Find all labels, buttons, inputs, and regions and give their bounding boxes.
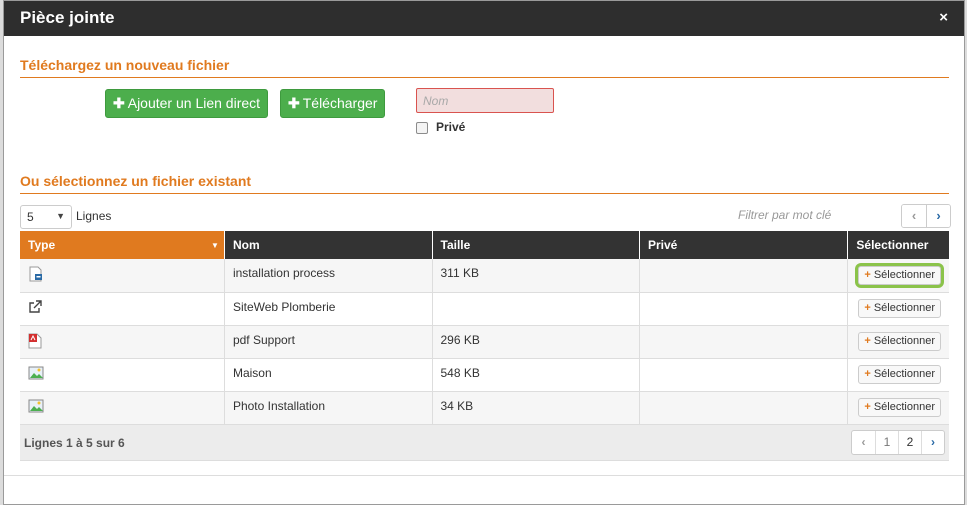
external-link-icon bbox=[28, 299, 42, 317]
select-button-label: Sélectionner bbox=[873, 335, 935, 347]
select-button-label: Sélectionner bbox=[873, 368, 935, 380]
type-cell bbox=[20, 391, 225, 425]
table-row: pdf Support 296 KB + Sélectionner bbox=[20, 325, 949, 359]
upload-section-title: Téléchargez un nouveau fichier bbox=[20, 57, 230, 73]
dialog-title: Pièce jointe bbox=[20, 8, 115, 27]
row-count-summary: Lignes 1 à 5 sur 6 bbox=[24, 436, 125, 450]
table-row: SiteWeb Plomberie + Sélectionner bbox=[20, 292, 949, 326]
size-cell bbox=[432, 292, 640, 326]
upload-label: Télécharger bbox=[302, 95, 378, 111]
name-cell: pdf Support bbox=[224, 325, 433, 359]
upload-section-divider bbox=[20, 77, 949, 78]
select-button[interactable]: + Sélectionner bbox=[858, 332, 941, 351]
plus-icon: + bbox=[864, 268, 871, 281]
select-cell: + Sélectionner bbox=[847, 358, 949, 392]
page-size-label: Lignes bbox=[76, 209, 112, 223]
select-button[interactable]: + Sélectionner bbox=[858, 265, 941, 285]
name-cell: installation process bbox=[224, 259, 433, 293]
size-cell: 34 KB bbox=[432, 391, 640, 425]
existing-section-title: Ou sélectionnez un fichier existant bbox=[20, 173, 252, 189]
existing-section-divider bbox=[20, 193, 949, 194]
page-link-1[interactable]: 1 bbox=[875, 431, 898, 454]
column-header-type[interactable]: Type ▼ bbox=[20, 231, 225, 259]
select-cell: + Sélectionner bbox=[847, 292, 949, 326]
private-checkbox[interactable] bbox=[416, 122, 428, 134]
select-cell: + Sélectionner bbox=[847, 325, 949, 359]
image-icon bbox=[28, 366, 44, 383]
select-button-label: Sélectionner bbox=[873, 401, 935, 413]
caret-down-icon: ▼ bbox=[56, 211, 65, 221]
chevron-right-icon[interactable]: › bbox=[921, 431, 944, 454]
add-direct-link-button[interactable]: ✚ Ajouter un Lien direct bbox=[105, 89, 269, 118]
dialog-footer-divider bbox=[4, 475, 964, 476]
size-cell: 548 KB bbox=[432, 358, 640, 392]
close-icon[interactable]: × bbox=[939, 9, 948, 26]
size-cell: 296 KB bbox=[432, 325, 640, 359]
private-cell bbox=[639, 292, 849, 326]
chevron-right-icon[interactable]: › bbox=[926, 205, 950, 227]
select-cell: + Sélectionner bbox=[847, 259, 949, 293]
plus-icon: + bbox=[864, 368, 871, 380]
column-header-type-label: Type bbox=[28, 238, 56, 252]
select-button[interactable]: + Sélectionner bbox=[858, 398, 941, 417]
name-cell: SiteWeb Plomberie bbox=[224, 292, 433, 326]
filter-keyword-input[interactable]: Filtrer par mot clé bbox=[738, 208, 831, 222]
table-row: Photo Installation 34 KB + Sélectionner bbox=[20, 391, 949, 425]
select-button-label: Sélectionner bbox=[873, 302, 935, 314]
sort-caret-icon: ▼ bbox=[211, 241, 219, 250]
attachment-dialog: Pièce jointe × Téléchargez un nouveau fi… bbox=[3, 0, 965, 505]
chevron-left-icon[interactable]: ‹ bbox=[902, 205, 926, 227]
dialog-header: Pièce jointe × bbox=[4, 1, 964, 36]
type-cell bbox=[20, 325, 225, 359]
private-cell bbox=[639, 259, 849, 293]
select-button[interactable]: + Sélectionner bbox=[858, 365, 941, 384]
name-cell: Maison bbox=[224, 358, 433, 392]
image-icon bbox=[28, 399, 44, 416]
plus-icon: + bbox=[864, 302, 871, 314]
plus-icon: ✚ bbox=[288, 95, 300, 111]
files-table: Type ▼ Nom Taille Privé Sélectionner inst… bbox=[20, 231, 949, 425]
select-button[interactable]: + Sélectionner bbox=[858, 299, 941, 318]
table-header-row: Type ▼ Nom Taille Privé Sélectionner bbox=[20, 231, 949, 259]
table-row: installation process 311 KB + Sélectionne… bbox=[20, 259, 949, 293]
top-pager: ‹ › bbox=[901, 204, 951, 228]
file-name-input[interactable] bbox=[416, 88, 554, 113]
plus-icon: + bbox=[864, 335, 871, 347]
private-cell bbox=[639, 358, 849, 392]
name-cell: Photo Installation bbox=[224, 391, 433, 425]
select-cell: + Sélectionner bbox=[847, 391, 949, 425]
upload-button[interactable]: ✚ Télécharger bbox=[280, 89, 386, 118]
page-link-2[interactable]: 2 bbox=[898, 431, 921, 454]
private-checkbox-label: Privé bbox=[436, 120, 466, 134]
table-footer: Lignes 1 à 5 sur 6 ‹ 1 2 › bbox=[20, 425, 949, 461]
add-direct-link-label: Ajouter un Lien direct bbox=[127, 95, 261, 111]
page-size-value: 5 bbox=[27, 210, 34, 224]
private-cell bbox=[639, 391, 849, 425]
bottom-pager: ‹ 1 2 › bbox=[851, 430, 945, 455]
pdf-icon bbox=[28, 333, 42, 352]
page-size-select[interactable]: 5 ▼ bbox=[20, 205, 72, 229]
column-header-select: Sélectionner bbox=[847, 231, 949, 259]
size-cell: 311 KB bbox=[432, 259, 640, 293]
select-button-label: Sélectionner bbox=[873, 268, 935, 281]
column-header-private[interactable]: Privé bbox=[639, 231, 849, 259]
chevron-left-icon[interactable]: ‹ bbox=[852, 431, 875, 454]
table-row: Maison 548 KB + Sélectionner bbox=[20, 358, 949, 392]
type-cell bbox=[20, 292, 225, 326]
plus-icon: ✚ bbox=[113, 95, 125, 111]
private-cell bbox=[639, 325, 849, 359]
column-header-size[interactable]: Taille bbox=[432, 231, 640, 259]
plus-icon: + bbox=[864, 401, 871, 413]
type-cell bbox=[20, 358, 225, 392]
column-header-name[interactable]: Nom bbox=[224, 231, 433, 259]
type-cell bbox=[20, 259, 225, 293]
document-icon bbox=[28, 266, 44, 285]
